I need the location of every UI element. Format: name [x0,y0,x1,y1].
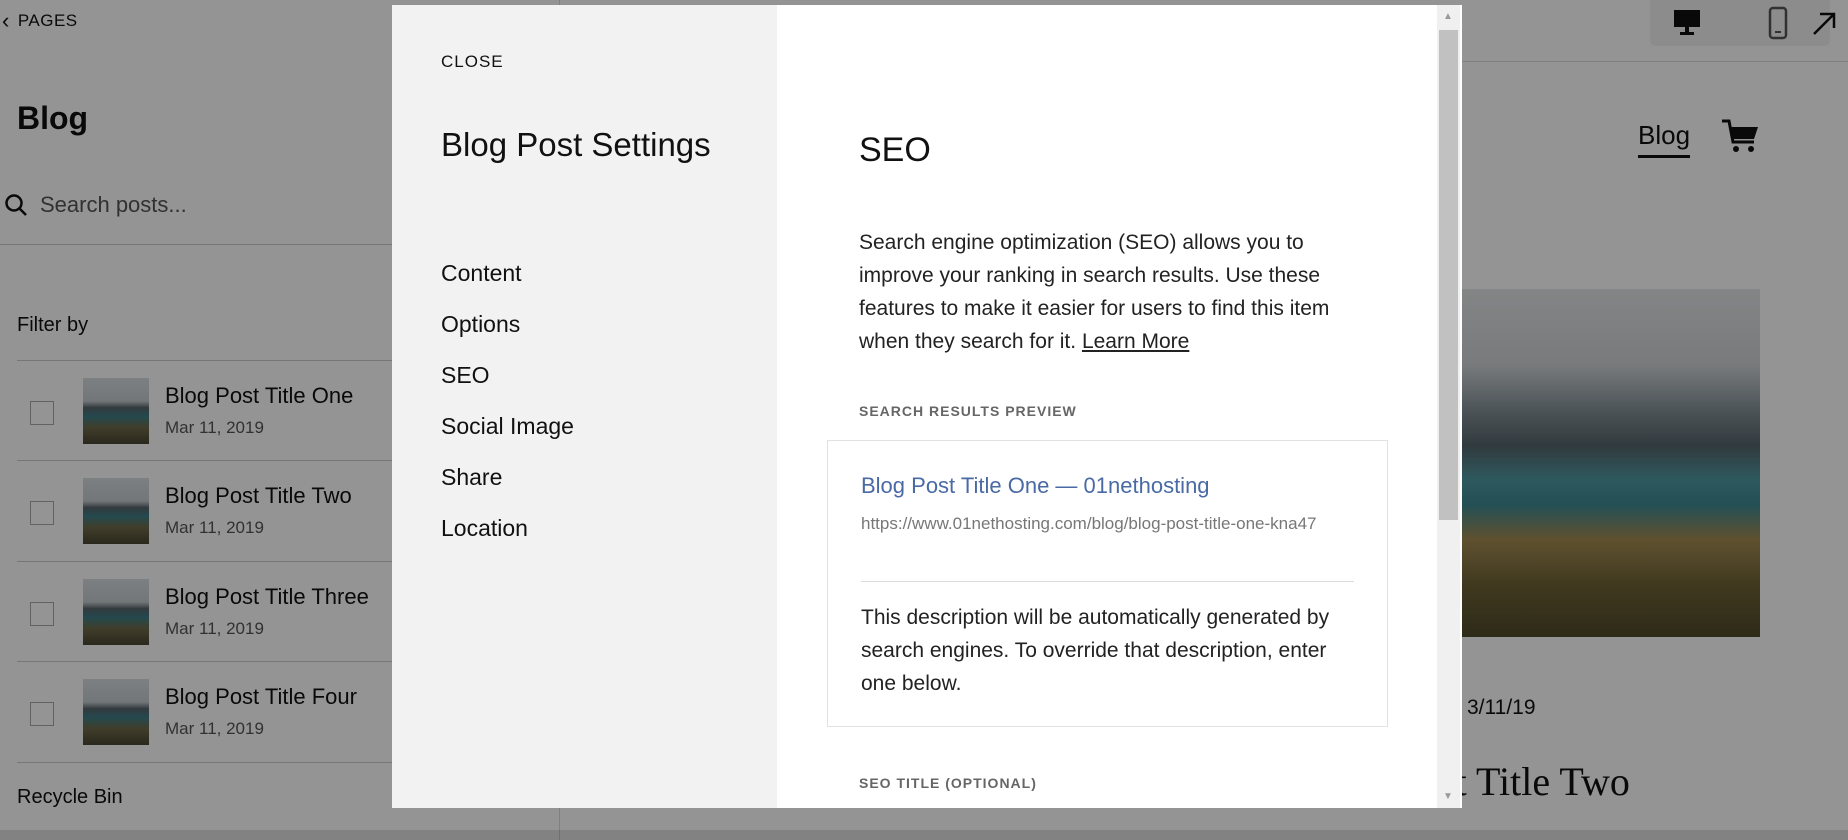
nav-share[interactable]: Share [441,464,502,491]
scroll-up-icon[interactable]: ▲ [1443,11,1453,22]
seo-title-label: SEO TITLE (OPTIONAL) [859,775,1037,791]
search-preview-label: SEARCH RESULTS PREVIEW [859,403,1077,419]
preview-title: Blog Post Title One — 01nethosting [861,473,1210,498]
nav-location[interactable]: Location [441,515,528,542]
section-heading: SEO [859,131,931,169]
preview-description: This description will be automatically g… [861,606,1330,695]
search-results-preview: Blog Post Title One — 01nethosting https… [827,440,1388,727]
nav-seo[interactable]: SEO [441,362,490,389]
dialog-title: Blog Post Settings [441,126,711,163]
divider [861,581,1354,582]
nav-options[interactable]: Options [441,311,520,338]
seo-description: Search engine optimization (SEO) allows … [859,226,1359,358]
scrollbar-thumb[interactable] [1439,30,1458,520]
nav-social-image[interactable]: Social Image [441,413,574,440]
bottom-band [0,830,1848,840]
blog-post-settings-dialog: CLOSE Blog Post Settings Content Options… [392,5,1462,808]
scroll-down-icon[interactable]: ▼ [1443,791,1453,802]
nav-content[interactable]: Content [441,260,522,287]
preview-url: https://www.01nethosting.com/blog/blog-p… [861,514,1317,533]
close-button[interactable]: CLOSE [441,52,504,72]
learn-more-link[interactable]: Learn More [1082,330,1189,353]
scrollbar[interactable]: ▲ ▼ [1437,5,1460,808]
settings-nav: CLOSE Blog Post Settings Content Options… [392,5,777,808]
